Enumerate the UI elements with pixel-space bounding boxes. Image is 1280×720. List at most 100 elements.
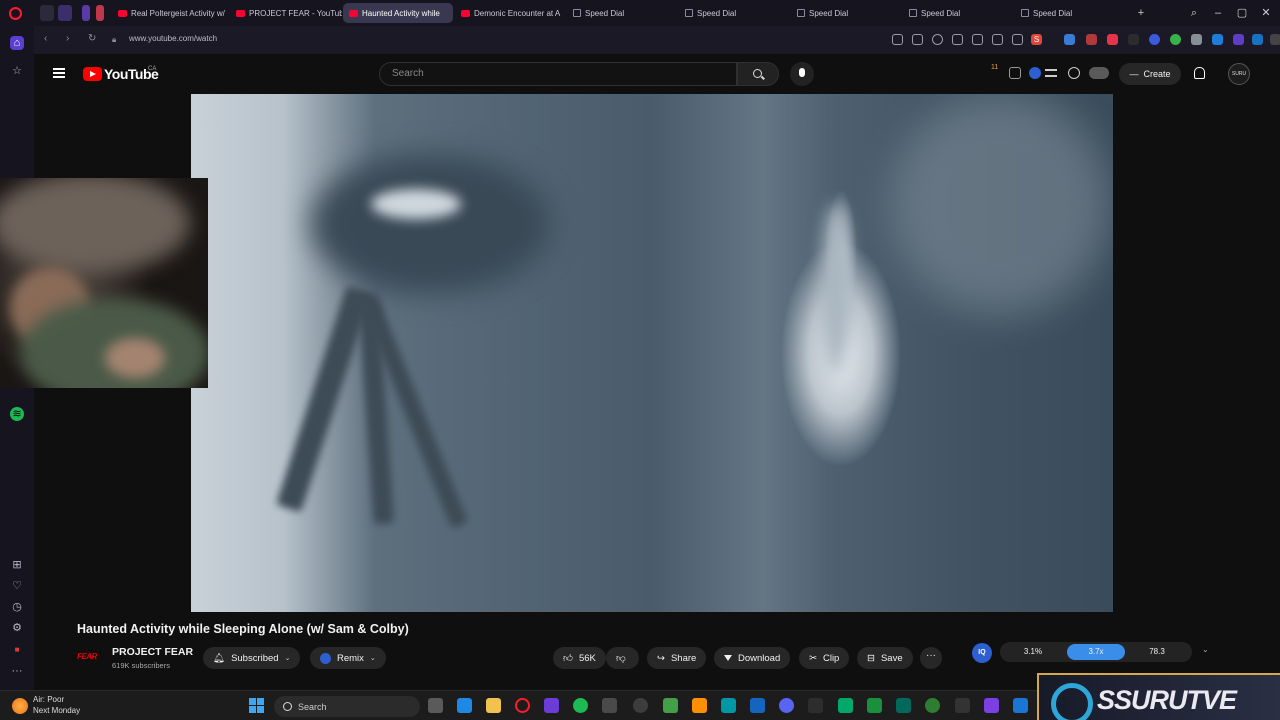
tab-speed-dial[interactable]: Speed Dial: [903, 3, 1011, 23]
tab-speed-dial[interactable]: Speed Dial: [1015, 3, 1123, 23]
search-input[interactable]: [380, 63, 736, 84]
tab-speed-dial[interactable]: Speed Dial: [679, 3, 787, 23]
chevron-down-icon[interactable]: ⌄: [1202, 645, 1209, 654]
app-icon[interactable]: [867, 698, 882, 713]
like-button[interactable]: 👍︎ 56K: [553, 647, 606, 669]
app-icon[interactable]: [925, 698, 940, 713]
pinned-tab-workspaces-icon[interactable]: [40, 5, 54, 21]
extension-icon[interactable]: [1009, 67, 1021, 79]
more-actions-button[interactable]: ···: [920, 647, 942, 669]
app-icon[interactable]: [750, 698, 765, 713]
task-view-icon[interactable]: [428, 698, 443, 713]
windows-start-icon[interactable]: [249, 698, 264, 713]
extension-icon[interactable]: [1107, 34, 1118, 45]
extension-icon[interactable]: [1068, 67, 1080, 79]
pinned-tab-icon[interactable]: [82, 5, 90, 21]
list-icon[interactable]: [1045, 69, 1057, 77]
app-icon[interactable]: [602, 698, 617, 713]
heart-icon[interactable]: [972, 34, 983, 45]
voice-search-icon[interactable]: [790, 62, 814, 86]
tab-haunted-activity[interactable]: Haunted Activity while: [343, 3, 453, 23]
app-icon[interactable]: [1013, 698, 1028, 713]
search-button[interactable]: [737, 62, 779, 86]
tabs-icon[interactable]: ⊞: [10, 558, 24, 572]
extension-icon[interactable]: ■: [10, 643, 24, 657]
vlc-icon[interactable]: [692, 698, 707, 713]
extension-icon[interactable]: [1029, 67, 1041, 79]
opera-icon[interactable]: [515, 698, 530, 713]
tab-real-poltergeist[interactable]: Real Poltergeist Activity w/: [112, 3, 228, 23]
iq-extension-badge[interactable]: IQ: [972, 643, 992, 663]
extension-icon[interactable]: [1270, 34, 1280, 45]
pinned-tab-icon[interactable]: [96, 5, 104, 21]
clip-button[interactable]: ✂ Clip: [799, 647, 850, 669]
minimize-icon[interactable]: –: [1210, 6, 1226, 20]
weather-icon[interactable]: [12, 698, 28, 714]
account-avatar[interactable]: SURU: [1228, 63, 1250, 85]
app-icon[interactable]: [721, 698, 736, 713]
app-icon[interactable]: [663, 698, 678, 713]
reload-icon[interactable]: ↻: [88, 33, 96, 44]
channel-logo[interactable]: FEAR: [77, 648, 105, 666]
app-icon[interactable]: [955, 698, 970, 713]
app-icon[interactable]: [896, 698, 911, 713]
discord-icon[interactable]: [779, 698, 794, 713]
extension-icon[interactable]: [1191, 34, 1202, 45]
video-player[interactable]: [191, 94, 1113, 612]
stat-value[interactable]: 78.3: [1128, 644, 1186, 660]
share-icon[interactable]: [912, 34, 923, 45]
subscribed-button[interactable]: 🔔︎ Subscribed ⌄: [203, 647, 301, 669]
download-icon[interactable]: [992, 34, 1003, 45]
star-icon[interactable]: ☆: [10, 64, 24, 78]
spotify-icon[interactable]: ≋: [10, 407, 24, 421]
maximize-icon[interactable]: ▢: [1234, 6, 1250, 20]
app-icon[interactable]: [633, 698, 648, 713]
pinned-tab-icon[interactable]: [58, 5, 72, 21]
app-icon[interactable]: [544, 698, 559, 713]
dislike-button[interactable]: 👎︎: [606, 647, 639, 669]
forward-icon[interactable]: ›: [66, 33, 69, 44]
spotify-icon[interactable]: [573, 698, 588, 713]
back-icon[interactable]: ‹: [44, 33, 47, 44]
channel-name[interactable]: PROJECT FEAR: [112, 646, 193, 658]
menu-icon[interactable]: [53, 68, 65, 78]
remix-button[interactable]: Remix ⌄: [310, 647, 386, 669]
extension-icon[interactable]: [1170, 34, 1181, 45]
stat-value[interactable]: 3.1%: [1004, 644, 1062, 660]
notifications-bell-icon[interactable]: [1194, 67, 1205, 79]
tab-search-icon[interactable]: ⌕: [1186, 6, 1202, 20]
extension-icon[interactable]: [1233, 34, 1244, 45]
rss-icon[interactable]: [1128, 34, 1139, 45]
app-icon[interactable]: [838, 698, 853, 713]
new-tab-icon[interactable]: +: [1133, 6, 1149, 20]
tab-project-fear[interactable]: PROJECT FEAR - YouTube: [230, 3, 342, 23]
url-field[interactable]: www.youtube.com/watch: [129, 34, 217, 43]
extension-icon[interactable]: [1086, 34, 1097, 45]
tab-speed-dial[interactable]: Speed Dial: [567, 3, 675, 23]
home-icon[interactable]: ⌂: [10, 36, 24, 50]
download-button[interactable]: Download: [714, 647, 791, 669]
extension-icon[interactable]: [1089, 67, 1109, 79]
tab-demonic-encounter[interactable]: Demonic Encounter at A: [455, 3, 565, 23]
file-explorer-icon[interactable]: [486, 698, 501, 713]
store-icon[interactable]: [457, 698, 472, 713]
create-button[interactable]: — Create: [1119, 63, 1181, 85]
taskbar-search[interactable]: Search: [274, 696, 420, 717]
app-icon[interactable]: [808, 698, 823, 713]
extension-icon[interactable]: [892, 34, 903, 45]
play-icon[interactable]: [952, 34, 963, 45]
save-button[interactable]: ⊟ Save: [857, 647, 913, 669]
settings-gear-icon[interactable]: ⚙: [10, 621, 24, 635]
extension-icon[interactable]: [1064, 34, 1075, 45]
shield-icon[interactable]: [932, 34, 943, 45]
history-icon[interactable]: ◷: [10, 600, 24, 614]
extension-s-icon[interactable]: S: [1031, 34, 1042, 45]
extension-icon[interactable]: [1252, 34, 1263, 45]
app-icon[interactable]: [984, 698, 999, 713]
extension-icon[interactable]: [1212, 34, 1223, 45]
more-icon[interactable]: ···: [10, 664, 24, 678]
heart-icon[interactable]: ♡: [10, 579, 24, 593]
stat-value-active[interactable]: 3.7x: [1067, 644, 1125, 660]
share-button[interactable]: ↪ Share: [647, 647, 707, 669]
youtube-logo-icon[interactable]: [83, 67, 102, 81]
